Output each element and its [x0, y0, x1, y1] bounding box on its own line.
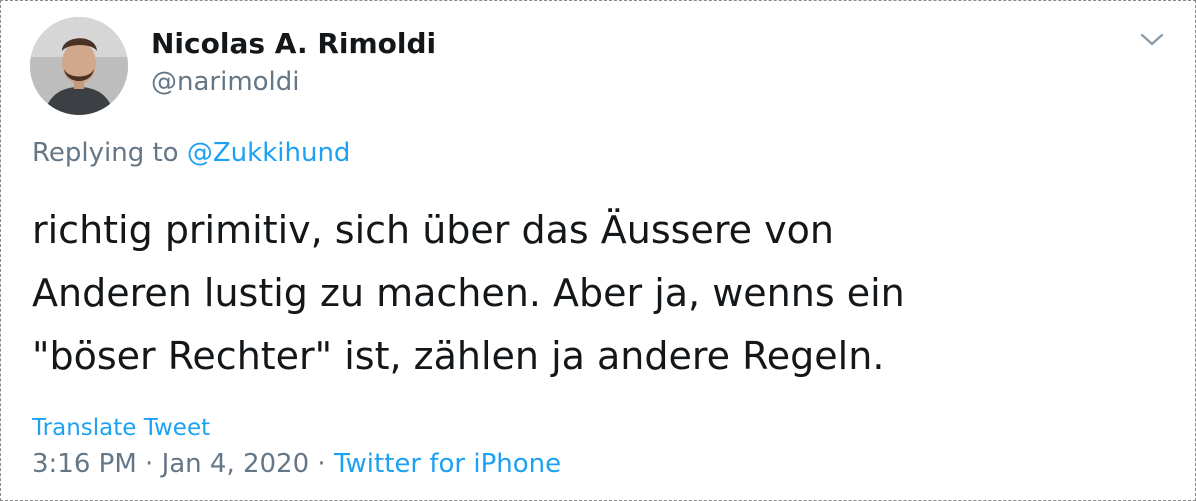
- tweet-text-line: richtig primitiv, sich über das Äussere …: [32, 208, 834, 252]
- replying-to-label: Replying to: [32, 138, 179, 168]
- tweet-time[interactable]: 3:16 PM: [32, 449, 137, 479]
- meta-separator: ·: [317, 449, 326, 479]
- meta-separator: ·: [145, 449, 154, 479]
- chevron-down-icon[interactable]: [1139, 31, 1165, 49]
- tweet-source-link[interactable]: Twitter for iPhone: [334, 449, 561, 479]
- replying-to: Replying to @Zukkihund: [32, 138, 350, 168]
- avatar-photo: [30, 17, 128, 115]
- translate-tweet-link[interactable]: Translate Tweet: [32, 415, 210, 441]
- tweet-card: Nicolas A. Rimoldi @narimoldi Replying t…: [0, 0, 1196, 501]
- tweet-text-line: Anderen lustig zu machen. Aber ja, wenns…: [32, 271, 905, 315]
- tweet-text-line: "böser Rechter" ist, zählen ja andere Re…: [32, 334, 885, 378]
- tweet-text: richtig primitiv, sich über das Äussere …: [32, 199, 1172, 388]
- author-display-name[interactable]: Nicolas A. Rimoldi: [151, 27, 436, 60]
- avatar[interactable]: [30, 17, 128, 115]
- author-handle[interactable]: @narimoldi: [151, 67, 300, 97]
- tweet-meta: 3:16 PM · Jan 4, 2020 · Twitter for iPho…: [32, 449, 561, 479]
- tweet-date[interactable]: Jan 4, 2020: [162, 449, 310, 479]
- reply-mention-link[interactable]: @Zukkihund: [187, 138, 351, 168]
